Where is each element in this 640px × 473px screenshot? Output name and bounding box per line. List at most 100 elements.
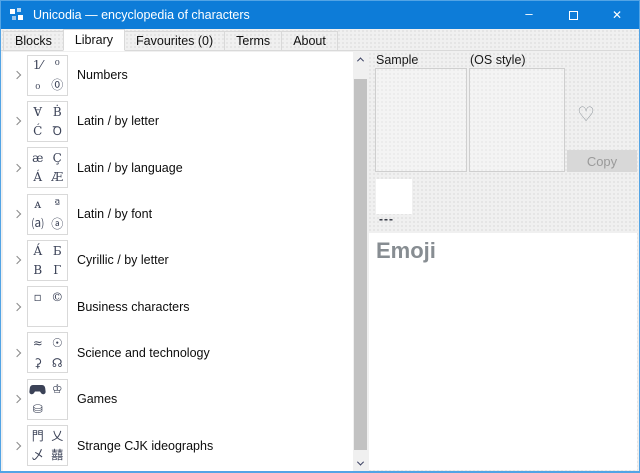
separator-text: --- [379,212,394,226]
library-item[interactable]: ♔⛁ Games [3,376,353,422]
glyph-cell: ª [48,195,68,215]
maximize-button[interactable] [551,1,595,29]
glyph-cell: © [48,287,68,307]
glyph-cell: ⓪ [48,75,68,95]
item-glyph-box: 1⁄⁰₀⓪ [27,55,68,96]
item-glyph-box: ᴀª⒜ⓐ [27,194,68,235]
tab-favourites[interactable]: Favourites (0) [124,31,225,50]
glyph-cell: 乄 [28,446,48,466]
expand-chevron-icon[interactable] [13,210,21,218]
color-swatch [376,179,412,214]
library-item[interactable]: А́БВГCyrillic / by letter [3,237,353,283]
chevron-up-icon [357,57,364,64]
glyph-cell: 1⁄ [28,56,48,76]
glyph-cell: В [28,260,48,280]
library-scrollbar[interactable] [353,52,368,471]
glyph-cell: æ [28,148,48,168]
tab-bar: Blocks Library Favourites (0) Terms Abou… [1,29,639,51]
library-item[interactable]: ᴀª⒜ⓐ Latin / by font [3,191,353,237]
glyph-cell: Æ [48,168,68,188]
glyph-cell [48,399,68,419]
glyph-cell: ⛁ [28,399,48,419]
library-item[interactable]: ▫© Business characters [3,283,353,329]
glyph-cell: Б [48,241,68,261]
expand-chevron-icon[interactable] [13,349,21,357]
item-glyph-box: А́БВГ [27,240,68,281]
library-item-label: Latin / by letter [77,114,159,128]
os-style-label: (OS style) [470,53,526,67]
glyph-cell: ⓐ [48,214,68,234]
copy-button[interactable]: Copy [567,150,637,172]
expand-chevron-icon[interactable] [13,441,21,449]
library-item-label: Business characters [77,300,190,314]
item-glyph-box: ♔⛁ [27,379,68,420]
glyph-cell: ᴀ [28,195,48,215]
library-item-label: Latin / by language [77,161,183,175]
scroll-up-button[interactable] [353,52,368,66]
glyph-cell: ☊ [48,353,68,373]
minimize-button[interactable]: – [507,1,551,29]
library-item-label: Strange CJK ideographs [77,439,213,453]
library-item-label: Latin / by font [77,207,152,221]
library-item-label: Numbers [77,68,128,82]
library-item-label: Science and technology [77,346,210,360]
glyph-cell: Á [28,168,48,188]
maximize-icon [569,11,578,20]
window-controls: – ✕ [507,1,639,29]
library-item[interactable]: ⱯḂĆꝹ Latin / by letter [3,98,353,144]
os-style-box [469,68,565,172]
titlebar: Unicodia — encyclopedia of characters – … [1,1,639,29]
glyph-cell: ☉ [48,333,68,353]
chevron-down-icon [357,458,364,465]
close-button[interactable]: ✕ [595,1,639,29]
expand-chevron-icon[interactable] [13,395,21,403]
glyph-cell [48,307,68,327]
favourite-heart-button[interactable]: ♡ [571,102,601,126]
app-icon [9,7,25,23]
category-heading: Emoji [376,238,637,264]
glyph-cell: ♔ [48,380,68,400]
item-glyph-box: ⱯḂĆꝹ [27,101,68,142]
glyph-cell: ≈ [28,333,48,353]
expand-chevron-icon[interactable] [13,71,21,79]
library-item[interactable]: 門乂乄囍 Strange CJK ideographs [3,422,353,468]
glyph-cell: ⁰ [48,56,68,76]
scroll-down-button[interactable] [353,456,368,470]
glyph-cell [28,307,48,327]
close-icon: ✕ [612,8,622,22]
library-item[interactable]: ≈☉⚳☊ Science and technology [3,330,353,376]
library-item[interactable]: æÇÁÆ Latin / by language [3,145,353,191]
glyph-cell: А́ [28,241,48,261]
gamepad-icon [28,380,48,400]
app-window: Unicodia — encyclopedia of characters – … [0,0,640,473]
item-glyph-box: æÇÁÆ [27,147,68,188]
content-area: 1⁄⁰₀⓪ Numbers ⱯḂĆꝹ Latin / by letter æÇÁÆ Lat… [2,52,638,471]
glyph-cell: Ḃ [48,102,68,122]
tab-terms[interactable]: Terms [224,31,282,50]
sample-box [375,68,467,172]
tab-blocks[interactable]: Blocks [3,31,64,50]
glyph-cell: 乂 [48,426,68,446]
glyph-cell: Г [48,260,68,280]
glyph-cell: Ꝺ [48,121,68,141]
sample-label: Sample [376,53,418,67]
expand-chevron-icon[interactable] [13,117,21,125]
glyph-cell: 囍 [48,446,68,466]
library-item[interactable]: 1⁄⁰₀⓪ Numbers [3,52,353,98]
library-item-label: Games [77,392,117,406]
preview-panel: Sample (OS style) ♡ Copy --- Emoji [368,52,638,471]
glyph-cell: ⚳ [28,353,48,373]
expand-chevron-icon[interactable] [13,302,21,310]
glyph-cell: Ç [48,148,68,168]
glyph-cell: ⒜ [28,214,48,234]
description-area: Emoji [369,233,637,470]
tab-library[interactable]: Library [63,29,125,51]
scrollbar-thumb[interactable] [354,79,367,450]
glyph-cell: ▫ [28,287,48,307]
expand-chevron-icon[interactable] [13,163,21,171]
expand-chevron-icon[interactable] [13,256,21,264]
glyph-cell: 門 [28,426,48,446]
item-glyph-box: ▫© [27,286,68,327]
glyph-cell: ₀ [28,75,48,95]
tab-about[interactable]: About [281,31,338,50]
